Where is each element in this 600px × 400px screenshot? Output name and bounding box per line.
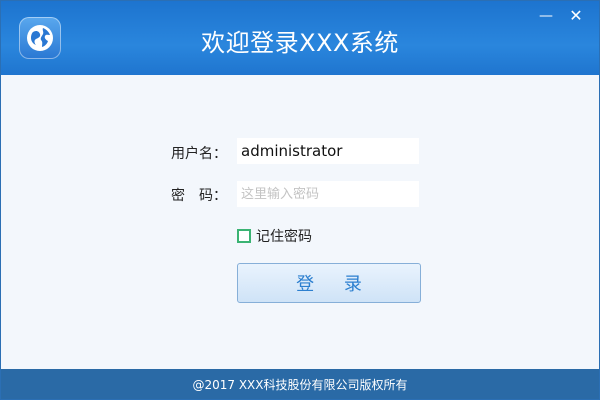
login-form: 用户名： 密 码： 记住密码 登 录 <box>1 75 599 369</box>
remember-password-toggle[interactable]: 记住密码 <box>237 227 312 245</box>
remember-password-label: 记住密码 <box>256 229 312 245</box>
username-input[interactable] <box>237 138 419 164</box>
remember-password-checkbox[interactable] <box>237 229 251 243</box>
password-label: 密 码： <box>171 188 227 204</box>
login-button[interactable]: 登 录 <box>237 263 421 303</box>
close-button[interactable]: ✕ <box>565 7 587 25</box>
title-bar: 欢迎登录XXX系统 — ✕ <box>1 1 599 75</box>
username-label: 用户名： <box>171 146 227 162</box>
password-input[interactable] <box>237 181 419 207</box>
window-title: 欢迎登录XXX系统 <box>201 29 399 57</box>
copyright-footer: @2017 XXX科技股份有限公司版权所有 <box>1 369 599 399</box>
minimize-button[interactable]: — <box>535 7 557 25</box>
login-window: 欢迎登录XXX系统 — ✕ 用户名： 密 码： 记住密码 登 录 @2017 X… <box>0 0 600 400</box>
